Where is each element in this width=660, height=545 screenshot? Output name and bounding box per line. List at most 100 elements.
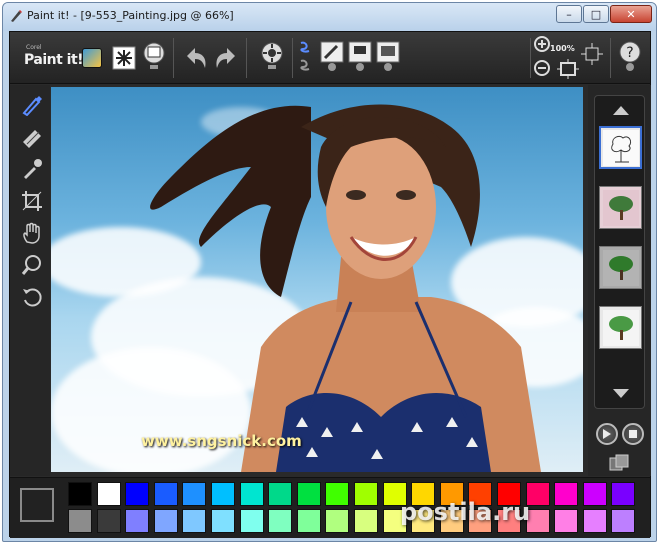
zoom-icon — [21, 255, 41, 275]
pencil-style-button[interactable] — [318, 40, 346, 72]
color-swatch[interactable] — [211, 509, 235, 533]
crop-icon — [22, 191, 42, 211]
color-swatch[interactable] — [354, 482, 378, 506]
canvas-style-button[interactable] — [374, 40, 402, 72]
app-window: Paint it! - [9-553_Painting.jpg @ 66%] –… — [2, 2, 657, 542]
color-swatch[interactable] — [239, 509, 264, 533]
color-swatch[interactable] — [153, 482, 178, 506]
color-swatch[interactable] — [239, 482, 264, 506]
help-icon: ? — [619, 41, 641, 71]
color-swatch[interactable] — [68, 482, 92, 506]
style-thumb-painted-gray[interactable] — [599, 246, 642, 289]
color-swatch[interactable] — [325, 509, 350, 533]
sparkle-icon — [112, 46, 136, 70]
gear-icon — [261, 42, 283, 69]
eyedropper-icon — [24, 159, 42, 179]
scroll-up-button[interactable] — [599, 100, 642, 120]
toolbar-separator — [292, 38, 293, 78]
title-bar[interactable]: Paint it! - [9-553_Painting.jpg @ 66%] –… — [3, 3, 656, 31]
zoom-out-icon — [534, 60, 550, 76]
style-sidebar — [588, 85, 651, 476]
compare-icon — [609, 454, 629, 471]
tool-eyedropper[interactable] — [20, 157, 44, 181]
fit-window-icon — [557, 59, 579, 79]
redo-icon — [216, 48, 235, 68]
color-palette-bar: postila.ru — [10, 477, 650, 538]
brush-style-button[interactable] — [346, 40, 374, 72]
triangle-up-icon — [612, 106, 629, 115]
main-toolbar: Corel Paint it! 100% ? — [10, 32, 650, 84]
settings-button[interactable] — [258, 40, 286, 72]
stroke-style-button[interactable] — [296, 40, 316, 72]
undo-button[interactable] — [182, 42, 210, 74]
actual-size-icon — [581, 43, 603, 65]
color-swatch[interactable] — [582, 509, 607, 533]
tool-zoom[interactable] — [20, 253, 44, 277]
effects-button[interactable] — [110, 42, 138, 74]
tool-rotate[interactable] — [20, 285, 44, 309]
tool-hand[interactable] — [20, 221, 44, 245]
tree-painted-icon — [602, 189, 639, 226]
redo-button[interactable] — [212, 42, 240, 74]
eraser-icon — [23, 130, 41, 148]
tree-painted-icon — [602, 309, 639, 346]
tree-painted-icon — [602, 249, 639, 286]
pencil-icon — [320, 41, 344, 71]
tool-brush[interactable] — [20, 93, 44, 117]
style-thumb-painted-pink[interactable] — [599, 186, 642, 229]
image-canvas[interactable]: www.sngsnick.com — [51, 87, 583, 472]
color-swatch[interactable] — [554, 482, 579, 506]
style-thumb-painted-white[interactable] — [599, 306, 642, 349]
compare-button[interactable] — [606, 453, 632, 475]
maximize-button[interactable]: □ — [583, 5, 609, 23]
color-swatch[interactable] — [325, 482, 350, 506]
play-icon — [603, 429, 611, 439]
palette-icon — [348, 41, 372, 71]
tool-eraser[interactable] — [20, 125, 44, 149]
canvas-icon — [376, 41, 400, 71]
color-swatch[interactable] — [354, 509, 378, 533]
color-swatch[interactable] — [182, 482, 207, 506]
current-color-swatch[interactable] — [20, 488, 54, 522]
toolbar-separator — [530, 38, 531, 78]
undo-icon — [187, 48, 206, 68]
color-swatch[interactable] — [582, 482, 607, 506]
hand-icon — [23, 222, 40, 244]
close-button[interactable]: ✕ — [610, 5, 652, 23]
logo-badge-icon — [82, 48, 102, 68]
actual-size-button[interactable] — [580, 42, 604, 66]
help-glyph: ? — [626, 45, 633, 61]
window-title: Paint it! - [9-553_Painting.jpg @ 66%] — [27, 9, 234, 22]
help-button[interactable]: ? — [616, 40, 644, 72]
play-button[interactable] — [596, 423, 618, 445]
color-swatch[interactable] — [96, 509, 121, 533]
stop-button[interactable] — [622, 423, 644, 445]
export-button[interactable] — [140, 40, 168, 72]
color-swatch[interactable] — [96, 482, 121, 506]
color-swatch[interactable] — [182, 509, 207, 533]
color-swatch[interactable] — [611, 482, 636, 506]
style-thumb-sketch[interactable] — [599, 126, 642, 169]
color-swatch[interactable] — [153, 509, 178, 533]
logo-brand: Corel — [26, 44, 42, 51]
minimize-button[interactable]: – — [556, 5, 582, 23]
color-swatch[interactable] — [268, 509, 293, 533]
fit-window-button[interactable] — [556, 58, 580, 80]
toolbar-separator — [246, 38, 247, 78]
color-swatch[interactable] — [296, 509, 321, 533]
style-thumbnail-panel — [594, 95, 645, 409]
brush-icon — [22, 96, 42, 116]
color-swatch[interactable] — [125, 482, 150, 506]
tool-crop[interactable] — [20, 189, 44, 213]
zoom-out-button[interactable] — [532, 58, 554, 80]
color-swatch[interactable] — [125, 509, 150, 533]
scroll-down-button[interactable] — [599, 384, 642, 404]
color-swatch[interactable] — [554, 509, 579, 533]
color-swatch[interactable] — [211, 482, 235, 506]
export-icon — [143, 42, 165, 69]
color-swatch[interactable] — [611, 509, 636, 533]
tool-sidebar — [10, 85, 50, 476]
color-swatch[interactable] — [268, 482, 293, 506]
color-swatch[interactable] — [68, 509, 92, 533]
color-swatch[interactable] — [296, 482, 321, 506]
